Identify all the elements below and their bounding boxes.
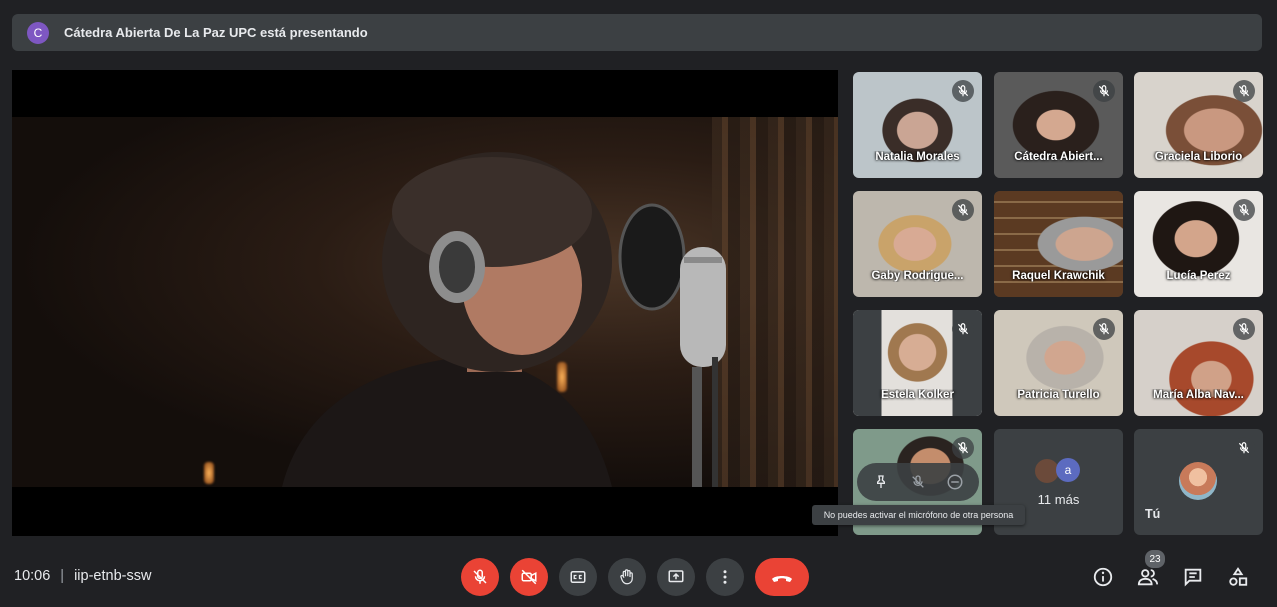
self-avatar [1179,462,1217,500]
mic-off-icon [952,437,974,459]
presenting-text: Cátedra Abierta De La Paz UPC está prese… [64,25,368,40]
mic-toggle-button[interactable] [461,558,499,596]
participant-name: Cátedra Abiert... [1014,151,1103,163]
more-options-button[interactable] [706,558,744,596]
tooltip: No puedes activar el micrófono de otra p… [812,505,1025,525]
activities-button[interactable] [1225,564,1251,590]
participant-tile[interactable]: Lucía Perez [1134,191,1263,297]
captions-button[interactable] [559,558,597,596]
remove-icon[interactable] [943,470,967,494]
participant-name: Patricia Turello [1017,389,1100,401]
self-tile[interactable]: Tú [1134,429,1263,535]
meeting-code: iip-etnb-ssw [74,568,152,584]
info-icon [1093,567,1113,587]
participant-tile[interactable]: Estela Kolker [853,310,982,416]
presentation-stage[interactable] [12,70,838,536]
mic-off-icon [952,199,974,221]
participant-tile[interactable]: Raquel Krawchik [994,191,1123,297]
mic-off-icon [1233,199,1255,221]
present-screen-icon [668,570,684,583]
mic-off-icon [1233,318,1255,340]
captions-icon [570,571,586,583]
hand-icon [620,569,633,585]
participant-name: Estela Kolker [881,389,954,401]
presenting-banner: C Cátedra Abierta De La Paz UPC está pre… [12,14,1262,51]
raise-hand-button[interactable] [608,558,646,596]
more-vert-icon [723,570,727,584]
participant-tile[interactable]: Gaby Rodrigue... [853,191,982,297]
hang-up-icon [772,576,792,582]
mic-off-icon [952,80,974,102]
leave-call-button[interactable] [755,558,809,596]
chat-button[interactable] [1180,564,1206,590]
camera-off-icon [521,569,537,585]
separator: | [60,568,65,584]
activities-icon [1229,567,1248,586]
chat-icon [1184,568,1202,587]
self-label: Tú [1145,507,1161,521]
camera-toggle-button[interactable] [510,558,548,596]
participant-name: Raquel Krawchik [1012,270,1105,282]
people-count-badge: 23 [1144,549,1166,569]
people-icon [1137,569,1159,586]
side-panel-controls: 23 [1090,549,1270,590]
participant-tile[interactable]: Cátedra Abiert... [994,72,1123,178]
participant-name: Graciela Liborio [1154,151,1243,163]
people-button[interactable]: 23 [1135,549,1166,590]
mic-off-icon[interactable] [906,470,930,494]
present-button[interactable] [657,558,695,596]
participant-name: Gaby Rodrigue... [871,270,964,282]
call-controls [461,558,820,596]
presentation-video [12,117,838,487]
participant-avatar: a [1056,458,1080,482]
singer-illustration [282,152,726,487]
mic-off-icon [952,318,974,340]
participant-tile[interactable]: María Alba Nav... [1134,310,1263,416]
mic-off-icon [1233,80,1255,102]
mic-off-icon [1093,318,1115,340]
participant-name: Natalia Morales [875,151,960,163]
mic-off-icon [473,569,487,584]
mic-off-icon [1233,437,1255,459]
participant-tile[interactable]: Natalia Morales [853,72,982,178]
pin-icon[interactable] [869,470,893,494]
participant-name: María Alba Nav... [1153,389,1244,401]
participant-tile[interactable]: Graciela Liborio [1134,72,1263,178]
mic-off-icon [1093,80,1115,102]
tile-hover-controls [857,463,979,501]
presenter-avatar: C [27,21,49,44]
participant-tile[interactable]: Patricia Turello [994,310,1123,416]
meeting-details-button[interactable] [1090,564,1116,590]
meeting-info: 10:06 | iip-etnb-ssw [14,568,151,584]
participant-name: Lucía Perez [1166,270,1231,282]
meeting-time: 10:06 [14,568,51,584]
